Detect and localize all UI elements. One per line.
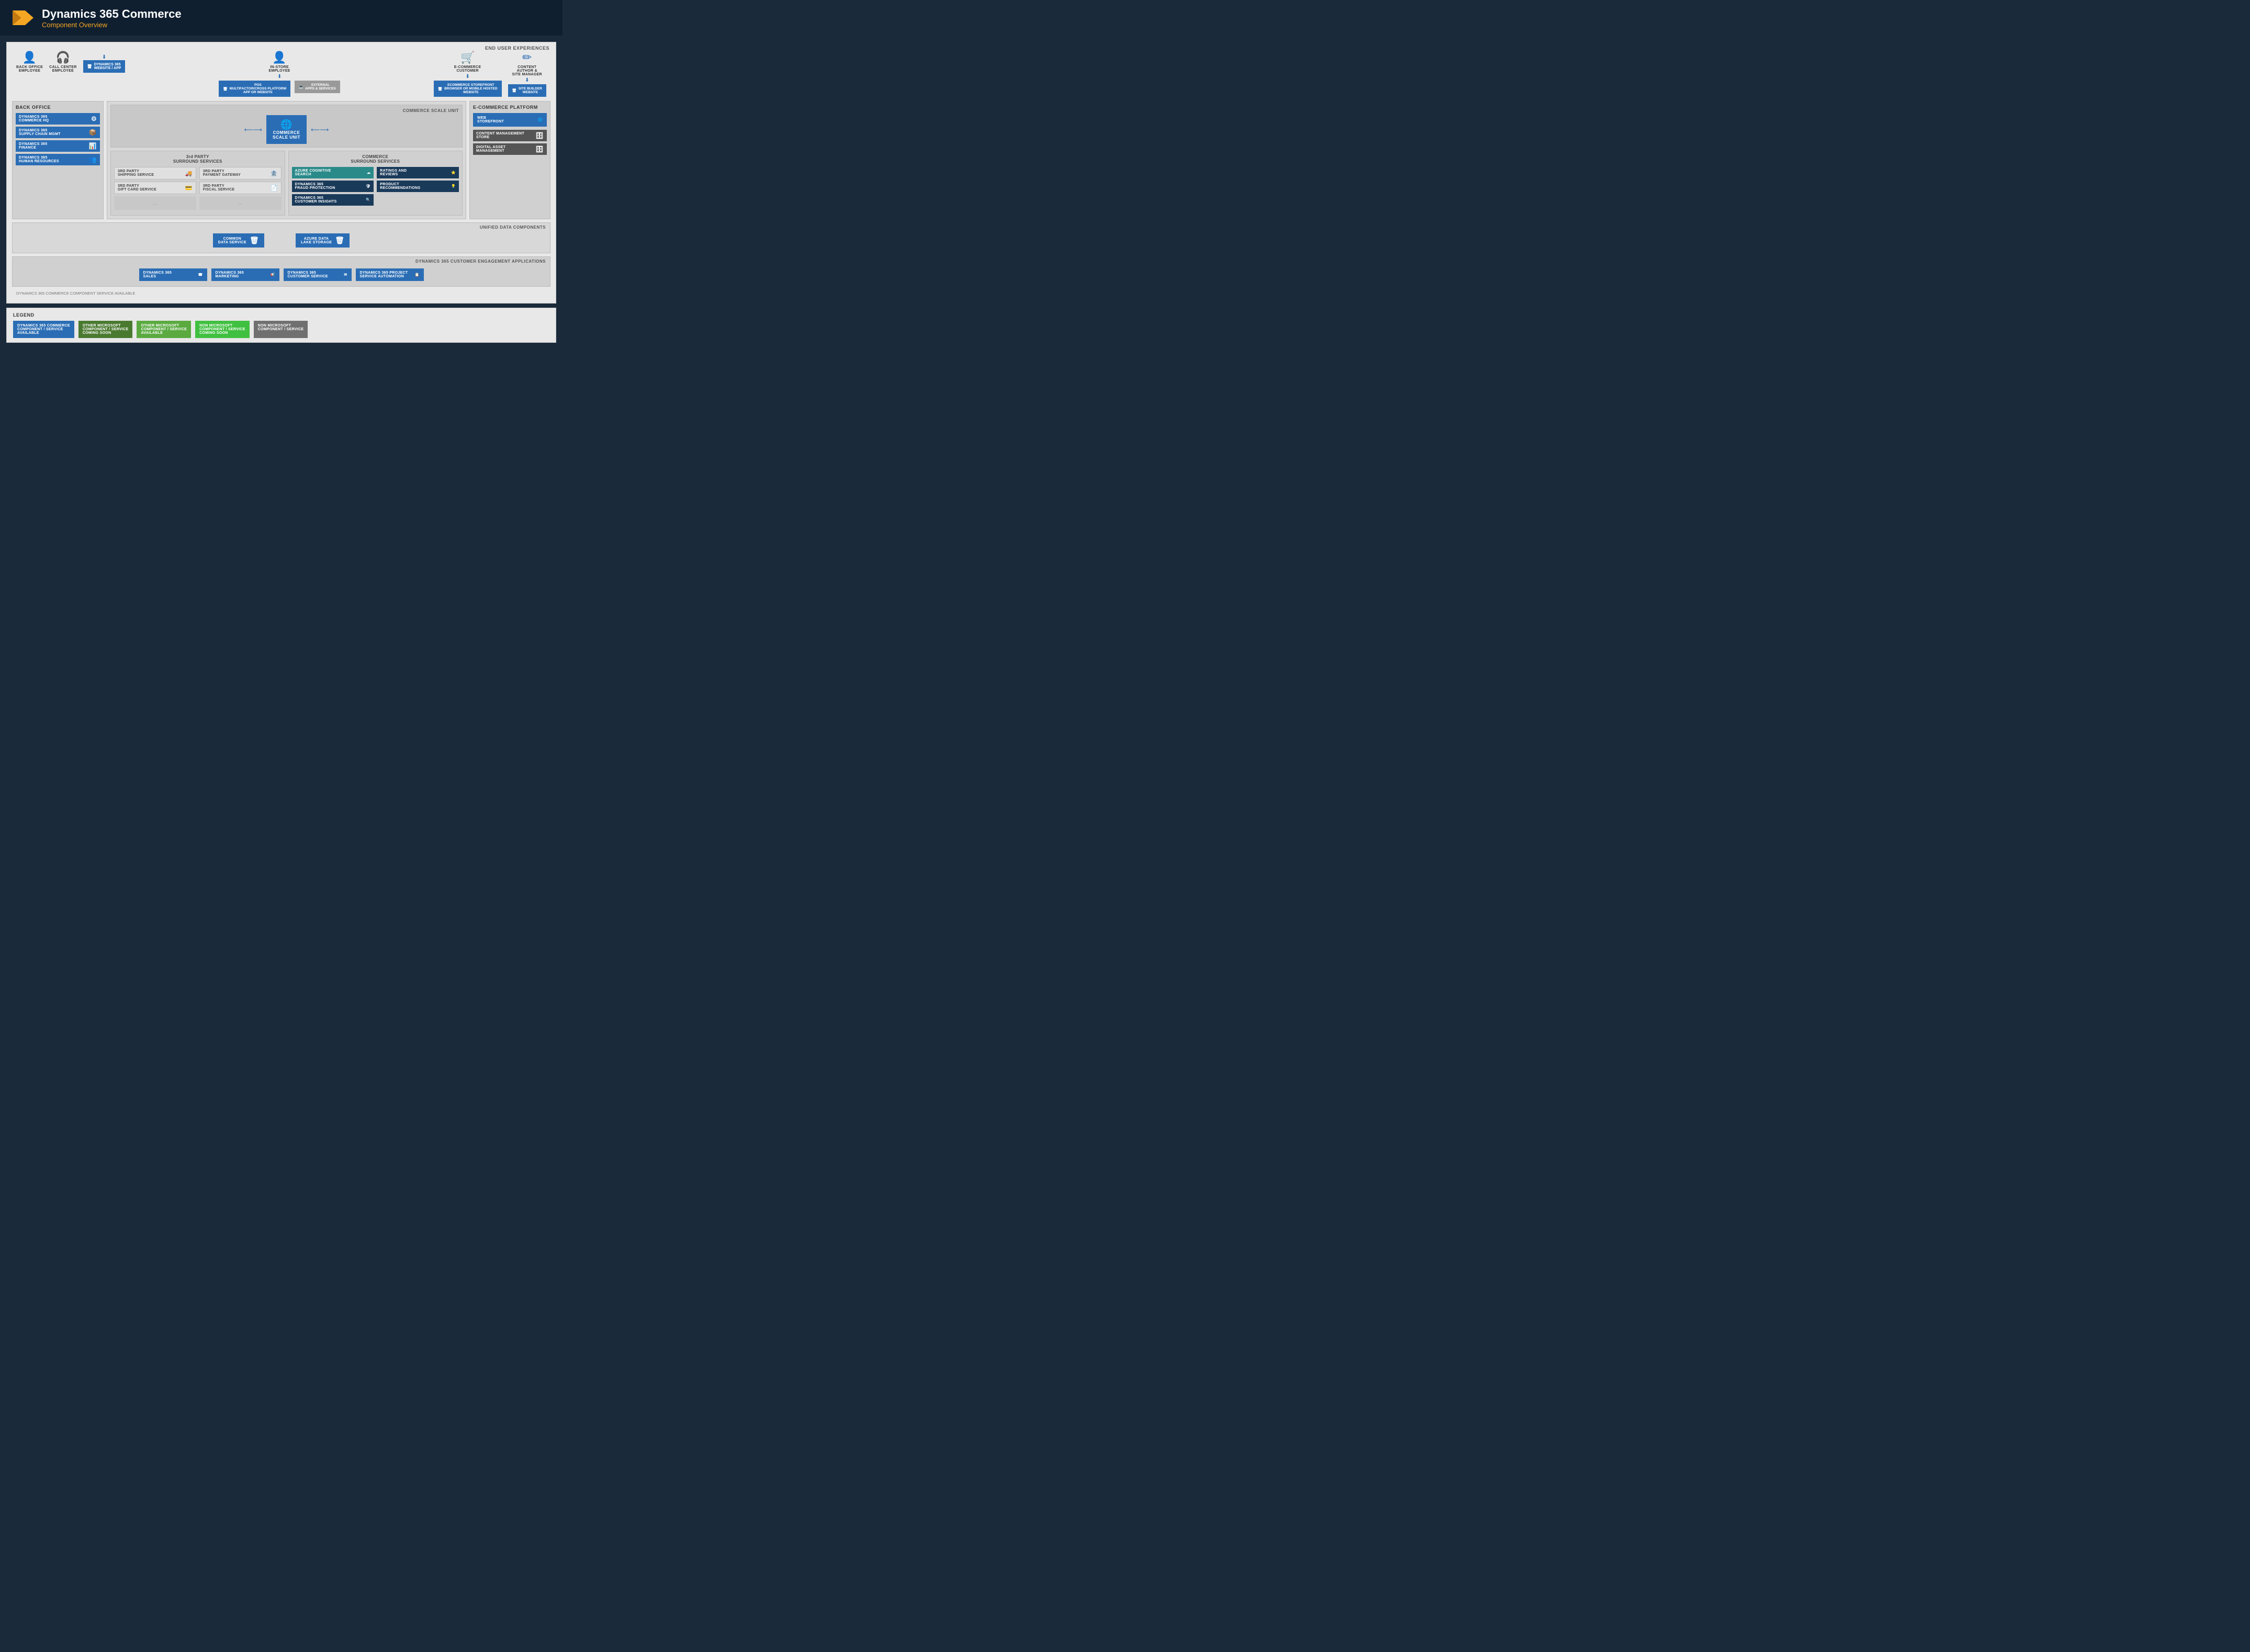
- dynamics365-sales-box: DYNAMICS 365SALES ☎: [139, 268, 207, 281]
- commerce-scale-unit-section: COMMERCE SCALE UNIT ⟵⟶ 🌐 COMMERCESCALE U…: [110, 105, 463, 148]
- pos-device-box: 🖥 POSMULTIFACTOR/CROSS PLATFORMAPP OR WE…: [219, 81, 290, 97]
- engagement-section: DYNAMICS 365 CUSTOMER ENGAGEMENT APPLICA…: [12, 256, 550, 287]
- back-office-employee: 👤 BACK OFFICEEMPLOYEE: [16, 51, 43, 73]
- center-user-group: 👤 IN-STOREEMPLOYEE ⬇ 🖥 POSMULTIFACTOR/CR…: [219, 51, 340, 97]
- middle-section: BACK OFFICE DYNAMICS 365COMMERCE HQ ⚙ DY…: [12, 101, 550, 219]
- dynamics365-hq-box: DYNAMICS 365COMMERCE HQ ⚙: [16, 113, 100, 125]
- legend-section: LEGEND DYNAMICS 365 COMMERCECOMPONENT / …: [6, 308, 556, 343]
- right-user-group: 🛒 E-COMMERCECUSTOMER ⬇ 🖥 ECOMMERCE STORE…: [434, 51, 546, 97]
- third-party-placeholder-2: ...: [199, 196, 282, 210]
- top-row: 👤 BACK OFFICEEMPLOYEE 🎧 CALL CENTEREMPLO…: [12, 48, 550, 97]
- left-down-arrow: ⬇: [102, 54, 106, 60]
- common-data-service-box: COMMONDATA SERVICE 🗑: [213, 233, 264, 248]
- call-center-person-icon: 🎧: [56, 51, 70, 64]
- dynamics365-marketing-box: DYNAMICS 365MARKETING 📢: [211, 268, 279, 281]
- legend-title: LEGEND: [13, 312, 549, 318]
- component-available-note: DYNAMICS 365 COMMERCE COMPONENT SERVICE …: [12, 289, 550, 298]
- legend-item-green-bright: NON MICROSOFTCOMPONENT / SERVICECOMING S…: [195, 321, 250, 338]
- shipping-service-box: 3RD PARTYSHIPPING SERVICE 🚚: [114, 167, 196, 179]
- engagement-label: DYNAMICS 365 CUSTOMER ENGAGEMENT APPLICA…: [415, 259, 546, 264]
- back-office-title: BACK OFFICE: [16, 105, 100, 110]
- azure-data-lake-box: AZURE DATALAKE STORAGE 🗑: [296, 233, 350, 248]
- ecom-down-arrow: ⬇: [465, 74, 469, 80]
- gift-card-service-box: 3RD PARTYGIFT CARD SERVICE 💳: [114, 182, 196, 194]
- fraud-protection-box: DYNAMICS 365FRAUD PROTECTION 🛡: [292, 181, 374, 192]
- call-center-label: CALL CENTEREMPLOYEE: [49, 65, 77, 73]
- web-storefront-box: WEBSTOREFRONT 🌐: [473, 113, 547, 127]
- content-management-store-box: CONTENT MANAGEMENTSTORE 🗄: [473, 130, 547, 141]
- third-party-title: 3rd PARTYSURROUND SERVICES: [114, 154, 282, 164]
- commerce-surround-panel: COMMERCESURROUND SERVICES AZURE COGNITIV…: [288, 151, 463, 216]
- digital-asset-management-box: DIGITAL ASSETMANAGEMENT 🗄: [473, 143, 547, 155]
- fiscal-service-box: 3RD PARTYFISCAL SERVICE 📄: [199, 182, 282, 194]
- legend-item-green-light: OTHER MICROSOFTCOMPONENT / SERVICEAVAILA…: [137, 321, 191, 338]
- product-recommendations-box: PRODUCTRECOMMENDATIONS 💡: [377, 181, 459, 192]
- legend-item-blue: DYNAMICS 365 COMMERCECOMPONENT / SERVICE…: [13, 321, 74, 338]
- center-down-arrow: ⬇: [277, 74, 282, 80]
- header-text: Dynamics 365 Commerce Component Overview: [42, 7, 182, 29]
- center-panel: COMMERCE SCALE UNIT ⟵⟶ 🌐 COMMERCESCALE U…: [107, 101, 466, 219]
- customer-insights-box: DYNAMICS 365CUSTOMER INSIGHTS 🔍: [292, 194, 374, 206]
- back-office-person-icon: 👤: [22, 51, 37, 64]
- site-builder-arrow: ⬇: [525, 77, 529, 83]
- third-party-placeholder-1: ...: [114, 196, 196, 210]
- app-title: Dynamics 365 Commerce: [42, 7, 182, 21]
- dynamics365-project-automation-box: DYNAMICS 365 PROJECTSERVICE AUTOMATION 📋: [356, 268, 424, 281]
- left-user-group: 👤 BACK OFFICEEMPLOYEE 🎧 CALL CENTEREMPLO…: [16, 51, 125, 73]
- site-builder-box: 🖥 SITE BUILDERWEBSITE: [508, 84, 546, 97]
- legend-item-green-dark: OTHER MICROSOFTCOMPONENT / SERVICECOMING…: [78, 321, 133, 338]
- commerce-surround-title: COMMERCESURROUND SERVICES: [292, 154, 459, 164]
- diagram-container: END USER EXPERIENCES 👤 BACK OFFICEEMPLOY…: [6, 42, 556, 304]
- app-subtitle: Component Overview: [42, 21, 182, 29]
- ecommerce-platform-panel: E-COMMERCE PLATFORM WEBSTOREFRONT 🌐 CONT…: [469, 101, 550, 219]
- csu-section-label: COMMERCE SCALE UNIT: [114, 108, 459, 113]
- dynamics365-customer-service-box: DYNAMICS 365CUSTOMER SERVICE ✉: [284, 268, 352, 281]
- dynamics365-device-box: 🖥 DYNAMICS 365WEBSITE / APP: [83, 60, 126, 73]
- dynamics365-finance-box: DYNAMICS 365FINANCE 📊: [16, 140, 100, 152]
- ecommerce-customer-icon: 🛒: [460, 51, 475, 64]
- ecommerce-storefront-box: 🖥 ECOMMERCE STOREFRONTBROWSER OR MOBILE …: [434, 81, 502, 97]
- dynamics365-supply-chain-box: DYNAMICS 365SUPPLY CHAIN MGMT 📦: [16, 127, 100, 138]
- data-boxes-row: COMMONDATA SERVICE 🗑 AZURE DATALAKE STOR…: [18, 226, 545, 250]
- back-office-label: BACK OFFICEEMPLOYEE: [16, 65, 43, 73]
- dynamics365-hr-box: DYNAMICS 365HUMAN RESOURCES 👥: [16, 154, 100, 165]
- main-content: END USER EXPERIENCES 👤 BACK OFFICEEMPLOY…: [0, 36, 562, 349]
- back-office-panel: BACK OFFICE DYNAMICS 365COMMERCE HQ ⚙ DY…: [12, 101, 104, 219]
- ratings-reviews-box: RATINGS ANDREVIEWS ⭐: [377, 167, 459, 178]
- payment-gateway-box: 3RD PARTYPAYMENT GATEWAY 🏦: [199, 167, 282, 179]
- ecommerce-platform-title: E-COMMERCE PLATFORM: [473, 105, 547, 110]
- call-center-employee: 🎧 CALL CENTEREMPLOYEE: [49, 51, 77, 73]
- external-apps-box: 💻 EXTERNALAPPS & SERVICES: [295, 81, 340, 93]
- in-store-person-icon: 👤: [272, 51, 286, 64]
- legend-item-gray-dark: NON MICROSOFTCOMPONENT / SERVICE: [254, 321, 308, 338]
- commerce-scale-unit-box: 🌐 COMMERCESCALE UNIT: [266, 115, 307, 144]
- end-user-label: END USER EXPERIENCES: [485, 46, 549, 51]
- dynamics-logo-icon: [10, 6, 33, 29]
- third-party-panel: 3rd PARTYSURROUND SERVICES 3RD PARTYSHIP…: [110, 151, 285, 216]
- azure-cognitive-search-box: AZURE COGNITIVESEARCH ☁: [292, 167, 374, 178]
- unified-data-label: UNIFIED DATA COMPONENTS: [480, 225, 546, 230]
- lower-center-section: 3rd PARTYSURROUND SERVICES 3RD PARTYSHIP…: [110, 151, 463, 216]
- unified-data-section: UNIFIED DATA COMPONENTS COMMONDATA SERVI…: [12, 222, 550, 253]
- header: Dynamics 365 Commerce Component Overview: [0, 0, 562, 36]
- legend-items: DYNAMICS 365 COMMERCECOMPONENT / SERVICE…: [13, 321, 549, 338]
- content-author-icon: ✏: [522, 51, 532, 64]
